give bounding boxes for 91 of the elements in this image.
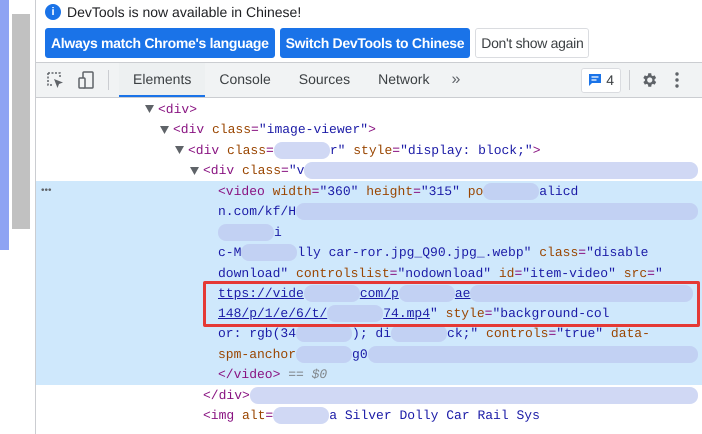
tag-text: <div (203, 162, 236, 180)
attribute-value: g0 (352, 346, 368, 364)
url-link[interactable]: ae (454, 284, 470, 304)
expand-triangle-icon[interactable] (190, 166, 199, 175)
attribute-name: class (212, 121, 252, 139)
tag-text: = (265, 407, 274, 425)
url-link[interactable]: com/p (360, 284, 399, 304)
attribute-name: class (242, 162, 282, 180)
attribute-name: style (352, 142, 392, 160)
attribute-value: "360" (319, 182, 358, 200)
scrollbar[interactable] (12, 14, 30, 229)
tag-text: <div> (158, 100, 198, 118)
attribute-value: download" (218, 264, 288, 282)
attribute-value: "disable (586, 244, 648, 262)
more-tabs-button[interactable]: » (443, 68, 468, 92)
attribute-name: class (227, 142, 266, 160)
attribute-value: "display: block;" (400, 142, 533, 160)
attribute-value: ck;" (447, 325, 478, 343)
infobar-button[interactable]: Don't show again (475, 28, 590, 58)
tag-text: = (390, 264, 398, 282)
attribute-name: height (365, 182, 414, 200)
url-link[interactable]: 74.mp4 (383, 304, 430, 324)
attribute-name: po (466, 182, 484, 200)
expand-triangle-icon[interactable] (160, 126, 169, 134)
attribute-value: "true" (556, 325, 604, 343)
tag-text: = (647, 264, 655, 282)
tag-text: = (392, 142, 400, 160)
attribute-name: class (538, 244, 578, 262)
panel-tab[interactable]: Console (205, 63, 285, 97)
attribute-name: id (498, 264, 514, 282)
attribute-value: lly car-ror.jpg_Q90.jpg_.webp" (297, 244, 532, 262)
attribute-name: spm-anchor (218, 346, 296, 364)
tag-text: </div> (203, 386, 250, 404)
panel-tab[interactable]: Elements (119, 63, 206, 97)
expand-triangle-icon[interactable] (175, 146, 184, 154)
url-link[interactable]: 148/p/1/e/6/t/ (218, 304, 328, 324)
attribute-name: alt (242, 407, 266, 425)
attribute-name: data- (610, 325, 650, 343)
tag-text: = (266, 142, 274, 160)
attribute-value: "315" (420, 182, 460, 200)
tag-text: = (312, 182, 320, 200)
tag-text: <video (218, 182, 266, 200)
panel-tab[interactable]: Sources (284, 63, 364, 97)
tag-text: = (578, 244, 586, 262)
tag-text: </video> (218, 366, 280, 384)
attribute-name: width (272, 182, 312, 200)
attribute-value: "v (288, 162, 304, 180)
info-message: DevTools is now available in Chinese! (67, 2, 302, 22)
tag-text: = (281, 162, 289, 180)
attribute-name: controls (485, 325, 548, 343)
gutter-dots[interactable]: ••• (41, 183, 52, 198)
attribute-value: or: rgb(34 (218, 325, 296, 343)
expand-triangle-icon[interactable] (145, 105, 154, 114)
attribute-value: ); di (352, 325, 392, 343)
attribute-name: controlslist (295, 264, 390, 282)
infobar-button[interactable]: Always match Chrome's language (45, 28, 275, 58)
attribute-value: a Silver Dolly Car Rail Sys (329, 407, 540, 425)
info-icon: i (45, 4, 61, 20)
url-link[interactable]: ttps://vide (218, 284, 304, 304)
tag-text: = (413, 182, 421, 200)
device-icon[interactable] (78, 71, 95, 89)
selected-marker: == $0 (287, 366, 328, 384)
tag-text: = (514, 264, 522, 282)
attribute-value: "nodownload" (397, 264, 492, 282)
message-icon (588, 73, 602, 87)
tag-text: = (251, 121, 259, 139)
tag-text: <div (188, 142, 220, 160)
tag-text: = (484, 304, 492, 323)
attribute-value: n.com/kf/H (218, 203, 296, 221)
infobar-button[interactable]: Switch DevTools to Chinese (280, 28, 470, 58)
panel-tab[interactable]: Network (364, 63, 444, 97)
selected-element[interactable] (36, 181, 702, 385)
inspect-icon[interactable] (47, 72, 64, 88)
tag-text: <div (173, 121, 206, 139)
tag-text: > (532, 142, 541, 160)
tag-text: > (368, 121, 376, 139)
attribute-name: src (622, 264, 648, 282)
menu-icon[interactable] (675, 72, 679, 88)
tag-text: <img (203, 407, 236, 425)
attribute-value: "item-video" (522, 264, 616, 282)
attribute-value: c-M (218, 244, 242, 262)
attribute-value: alicd (539, 182, 578, 200)
attribute-name: style (444, 304, 485, 323)
issues-badge[interactable]: 4 (581, 68, 621, 92)
attribute-value: i (274, 224, 282, 242)
attribute-value: "background-col (492, 304, 610, 323)
tag-text: = (548, 325, 556, 343)
attribute-value: "image-viewer" (258, 121, 368, 139)
attribute-value: " (430, 304, 438, 323)
attribute-value: " (654, 264, 663, 282)
attribute-value: r" (330, 142, 346, 160)
